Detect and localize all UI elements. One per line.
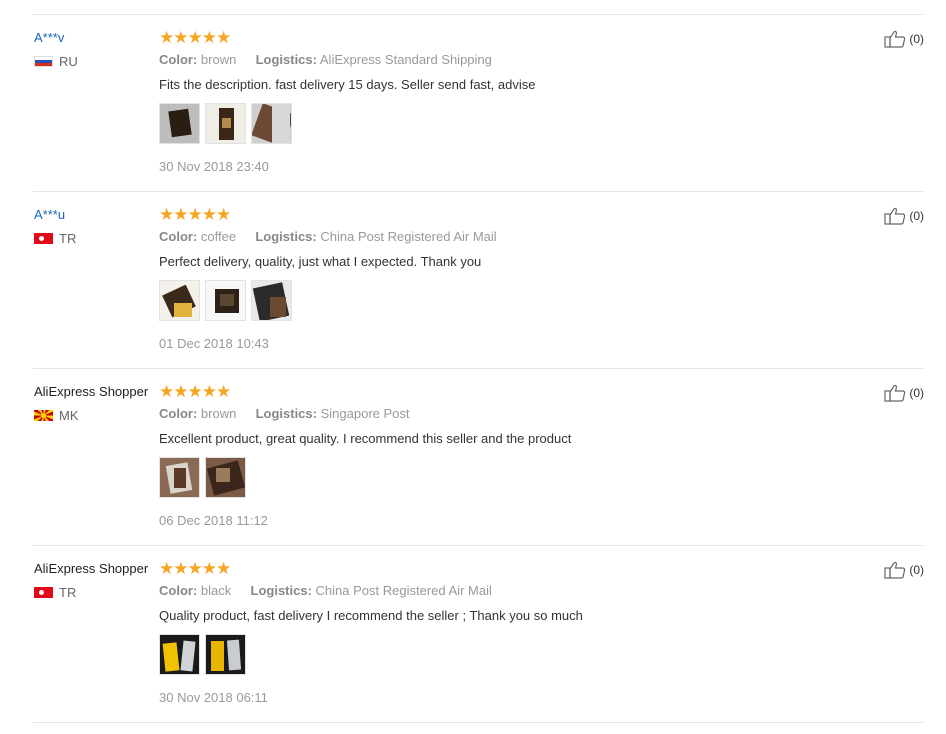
divider (33, 722, 924, 723)
review-photo-thumbnail[interactable] (205, 280, 246, 321)
review-photo-thumbnail[interactable] (251, 103, 292, 144)
reviewer-country: MK (34, 408, 79, 423)
logistics-label: Logistics: (250, 583, 312, 598)
review-date: 06 Dec 2018 11:12 (159, 513, 268, 528)
review-meta: Color: black Logistics: China Post Regis… (159, 583, 492, 598)
review-comment: Excellent product, great quality. I reco… (159, 431, 572, 446)
review-meta: Color: brown Logistics: AliExpress Stand… (159, 52, 492, 67)
review-meta: Color: brown Logistics: Singapore Post (159, 406, 410, 421)
thumbs-up-icon (884, 561, 906, 579)
logistics-label: Logistics: (255, 52, 317, 67)
country-code: TR (59, 231, 77, 246)
review-item: A***v RU ★★★★★ Color: brown Logistics: A… (0, 14, 946, 191)
review-photos (159, 103, 292, 144)
thumbs-up-icon (884, 207, 906, 225)
thumbs-up-icon (884, 384, 906, 402)
color-label: Color: (159, 229, 198, 244)
review-photo-thumbnail[interactable] (205, 103, 246, 144)
color-value: brown (200, 406, 237, 421)
color-label: Color: (159, 406, 198, 421)
review-date: 30 Nov 2018 23:40 (159, 159, 269, 174)
flag-mk-icon (34, 410, 53, 421)
logistics-value: China Post Registered Air Mail (315, 583, 492, 598)
review-photo-thumbnail[interactable] (205, 634, 246, 675)
review-photo-thumbnail[interactable] (251, 280, 292, 321)
reviewer-country: TR (34, 585, 76, 600)
review-item: AliExpress Shopper MK ★★★★★ Color: brown… (0, 368, 946, 545)
logistics-label: Logistics: (255, 406, 317, 421)
review-date: 30 Nov 2018 06:11 (159, 690, 268, 705)
color-label: Color: (159, 583, 198, 598)
color-value: coffee (200, 229, 237, 244)
country-code: TR (59, 585, 77, 600)
helpful-count: (0) (909, 386, 924, 400)
review-comment: Fits the description. fast delivery 15 d… (159, 77, 536, 92)
review-comment: Perfect delivery, quality, just what I e… (159, 254, 482, 269)
flag-ru-icon (34, 56, 53, 67)
color-value: black (200, 583, 232, 598)
logistics-value: China Post Registered Air Mail (320, 229, 497, 244)
review-photo-thumbnail[interactable] (159, 103, 200, 144)
reviewer-name: A***u (34, 207, 66, 222)
review-photos (159, 280, 292, 321)
review-photos (159, 457, 246, 498)
helpful-count: (0) (909, 32, 924, 46)
helpful-button[interactable]: (0) (884, 30, 924, 48)
review-meta: Color: coffee Logistics: China Post Regi… (159, 229, 497, 244)
helpful-button[interactable]: (0) (884, 561, 924, 579)
thumbs-up-icon (884, 30, 906, 48)
review-photo-thumbnail[interactable] (159, 634, 200, 675)
logistics-value: Singapore Post (320, 406, 410, 421)
helpful-count: (0) (909, 563, 924, 577)
helpful-button[interactable]: (0) (884, 207, 924, 225)
country-code: MK (59, 408, 79, 423)
helpful-button[interactable]: (0) (884, 384, 924, 402)
review-comment: Quality product, fast delivery I recomme… (159, 608, 583, 623)
logistics-label: Logistics: (255, 229, 317, 244)
review-photo-thumbnail[interactable] (205, 457, 246, 498)
star-rating: ★★★★★ (159, 382, 231, 401)
review-item: AliExpress Shopper TR ★★★★★ Color: black… (0, 545, 946, 722)
reviewer-country: TR (34, 231, 76, 246)
reviewer-name: A***v (34, 30, 65, 45)
star-rating: ★★★★★ (159, 559, 231, 578)
reviewer-name: AliExpress Shopper (34, 561, 149, 576)
color-value: brown (200, 52, 237, 67)
review-item: A***u TR ★★★★★ Color: coffee Logistics: … (0, 191, 946, 368)
flag-tr-icon (34, 233, 53, 244)
star-rating: ★★★★★ (159, 28, 231, 47)
helpful-count: (0) (909, 209, 924, 223)
reviewer-name: AliExpress Shopper (34, 384, 149, 399)
review-photo-thumbnail[interactable] (159, 280, 200, 321)
color-label: Color: (159, 52, 198, 67)
reviewer-country: RU (34, 54, 78, 69)
review-photo-thumbnail[interactable] (159, 457, 200, 498)
review-date: 01 Dec 2018 10:43 (159, 336, 269, 351)
country-code: RU (59, 54, 78, 69)
flag-tr-icon (34, 587, 53, 598)
review-photos (159, 634, 246, 675)
logistics-value: AliExpress Standard Shipping (319, 52, 492, 67)
star-rating: ★★★★★ (159, 205, 231, 224)
